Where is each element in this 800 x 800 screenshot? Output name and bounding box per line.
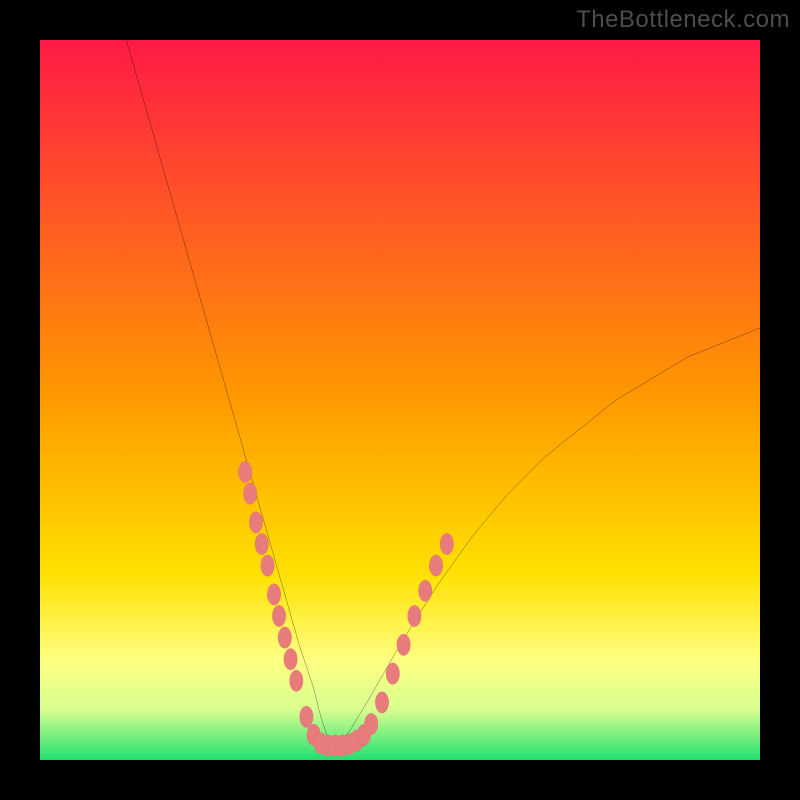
data-marker bbox=[364, 713, 378, 735]
chart-frame: TheBottleneck.com bbox=[0, 0, 800, 800]
data-marker bbox=[386, 663, 400, 685]
data-marker bbox=[429, 555, 443, 577]
data-marker bbox=[408, 605, 422, 627]
data-marker bbox=[300, 706, 314, 728]
watermark-text: TheBottleneck.com bbox=[576, 6, 790, 34]
data-marker bbox=[255, 533, 269, 555]
data-marker bbox=[278, 627, 292, 649]
data-marker bbox=[267, 584, 281, 606]
data-marker bbox=[397, 634, 411, 656]
data-marker bbox=[272, 605, 286, 627]
data-marker bbox=[249, 512, 263, 534]
data-marker bbox=[440, 533, 454, 555]
data-marker bbox=[418, 580, 432, 602]
data-marker bbox=[238, 461, 252, 483]
data-marker bbox=[243, 483, 257, 505]
bottleneck-chart bbox=[40, 40, 760, 760]
data-marker bbox=[375, 692, 389, 714]
data-marker bbox=[289, 670, 303, 692]
data-marker bbox=[261, 555, 275, 577]
data-marker bbox=[284, 648, 298, 670]
